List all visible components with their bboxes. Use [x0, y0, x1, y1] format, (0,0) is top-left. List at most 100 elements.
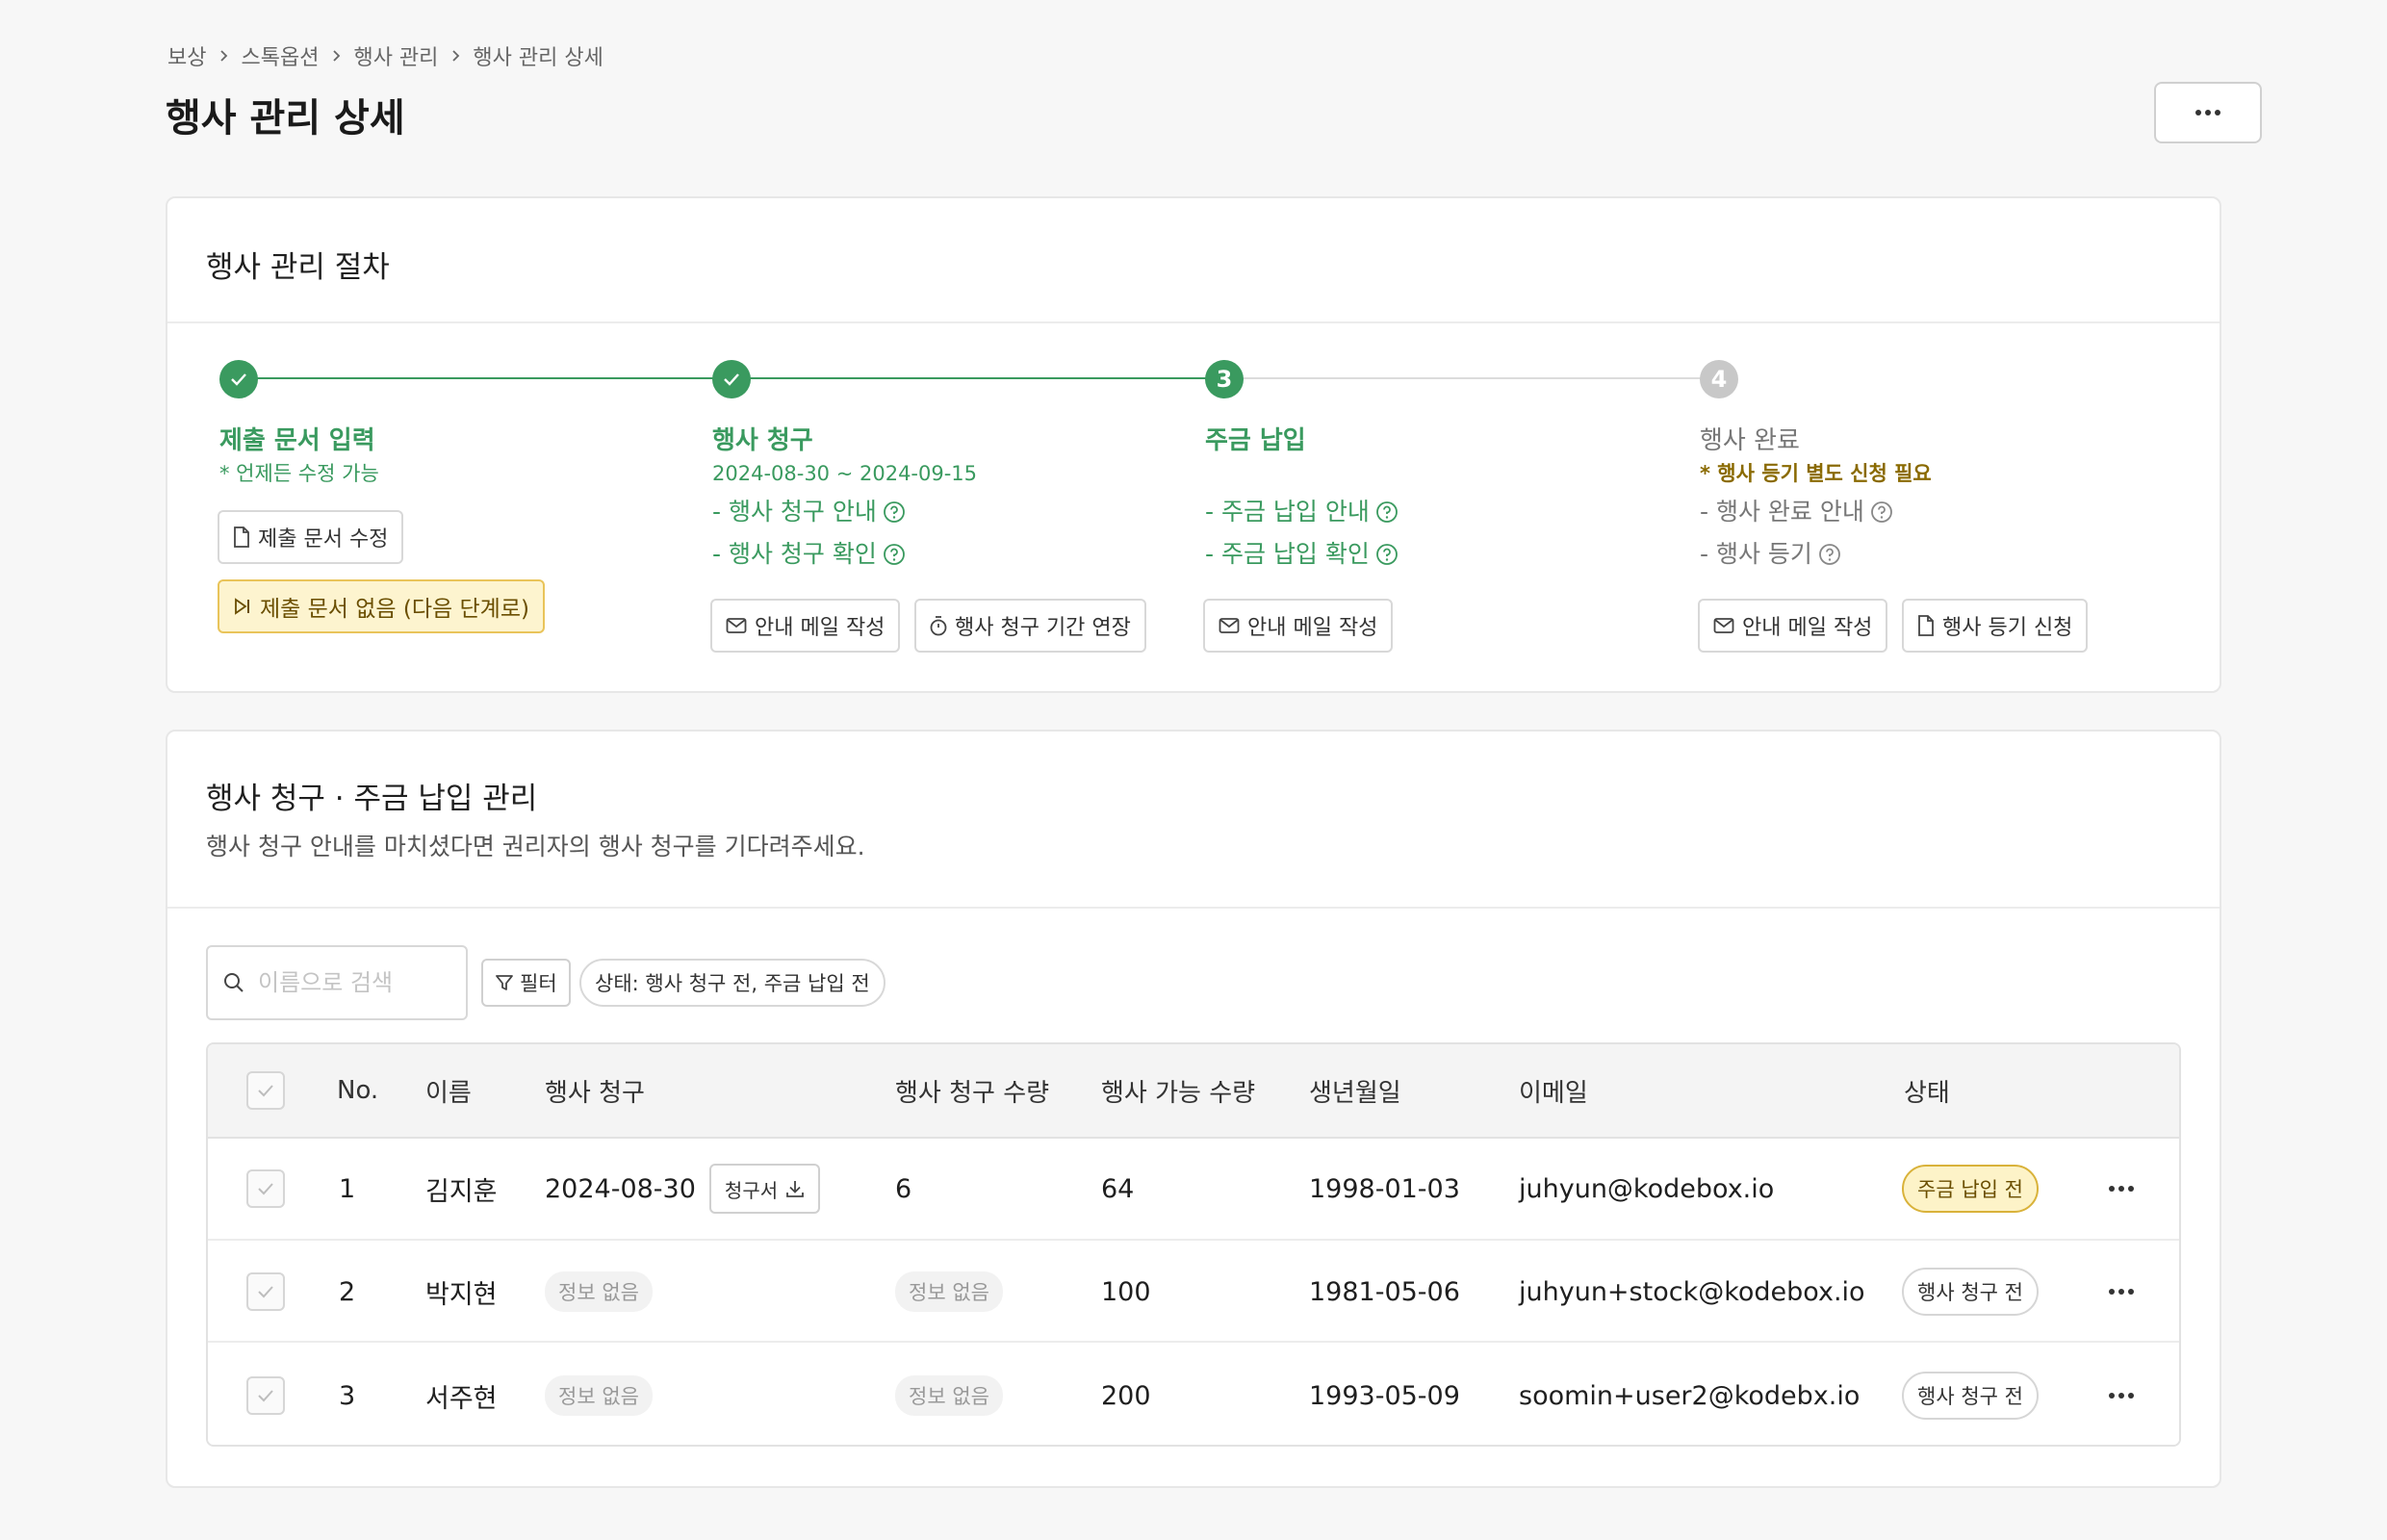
row-checkbox[interactable] [246, 1169, 285, 1208]
row-claim-cell: 2024-08-30 청구서 [545, 1139, 821, 1239]
claims-table: No. 이름 행사 청구 행사 청구 수량 행사 가능 수량 생년월일 이메일 … [206, 1042, 2181, 1447]
more-horizontal-icon [2108, 1288, 2135, 1296]
table-header: No. 이름 행사 청구 행사 청구 수량 행사 가능 수량 생년월일 이메일 … [208, 1044, 2179, 1139]
step-4-note: * 행사 등기 별도 신청 필요 [1700, 462, 1932, 485]
column-header-available-qty: 행사 가능 수량 [1101, 1078, 1256, 1108]
table-row[interactable]: 3 서주현 정보 없음 정보 없음 200 1993-05-09 soomin+… [208, 1345, 2179, 1445]
help-circle-icon[interactable] [883, 543, 906, 566]
edit-documents-label: 제출 문서 수정 [258, 527, 389, 552]
row-number: 2 [339, 1276, 356, 1307]
download-icon [785, 1179, 805, 1198]
breadcrumb-item[interactable]: 행사 관리 [353, 40, 438, 71]
step-1: 제출 문서 입력 * 언제든 수정 가능 [219, 424, 662, 487]
row-email: juhyun@kodebox.io [1519, 1173, 1775, 1204]
step-4-name: 행사 완료 [1700, 426, 1800, 455]
row-birthdate: 1993-05-09 [1309, 1380, 1460, 1411]
more-horizontal-icon [2194, 109, 2221, 116]
step-2: 행사 청구 2024-08-30 ~ 2024-09-15 - 행사 청구 안내… [712, 424, 1155, 576]
chevron-right-icon [319, 49, 353, 63]
row-actions-cell [2100, 1139, 2143, 1239]
row-status-cell: 주금 납입 전 [1902, 1139, 2039, 1239]
search-box[interactable] [206, 945, 468, 1020]
breadcrumb-item[interactable]: 보상 [167, 40, 206, 71]
extend-claim-period-button[interactable]: 행사 청구 기간 연장 [914, 599, 1146, 653]
no-info-tag: 정보 없음 [895, 1375, 1003, 1416]
help-circle-icon[interactable] [1375, 500, 1399, 524]
completion-guide-link[interactable]: - 행사 완료 안내 [1700, 491, 2143, 533]
step-1-name: 제출 문서 입력 [219, 426, 375, 455]
row-more-button[interactable] [2100, 1270, 2143, 1313]
step-2-period: 2024-08-30 ~ 2024-09-15 [712, 462, 978, 485]
procedure-card-header: 행사 관리 절차 [167, 198, 2220, 323]
row-number: 1 [339, 1173, 356, 1204]
row-more-button[interactable] [2100, 1374, 2143, 1417]
claim-guide-link[interactable]: - 행사 청구 안내 [712, 491, 1155, 533]
row-available-qty: 100 [1101, 1276, 1151, 1307]
row-actions-cell [2100, 1243, 2143, 1341]
row-checkbox[interactable] [246, 1376, 285, 1415]
filter-button[interactable]: 필터 [481, 959, 571, 1007]
payment-confirm-link[interactable]: - 주금 납입 확인 [1205, 533, 1648, 576]
step-1-note: * 언제든 수정 가능 [219, 462, 379, 485]
help-circle-icon[interactable] [1375, 543, 1399, 566]
claim-confirm-link[interactable]: - 행사 청구 확인 [712, 533, 1155, 576]
mail-icon [726, 617, 747, 634]
download-claim-doc-label: 청구서 [724, 1178, 779, 1202]
row-name: 김지훈 [425, 1176, 498, 1207]
claim-mail-button[interactable]: 안내 메일 작성 [710, 599, 901, 653]
progress-line-done [732, 377, 1224, 379]
breadcrumb-item-current: 행사 관리 상세 [473, 46, 603, 70]
help-circle-icon[interactable] [1870, 500, 1893, 524]
completion-mail-label: 안내 메일 작성 [1742, 616, 1873, 640]
row-claim-qty-cell: 정보 없음 [895, 1243, 1003, 1341]
row-actions-cell [2100, 1345, 2143, 1445]
row-more-button[interactable] [2100, 1168, 2143, 1210]
table-row[interactable]: 2 박지현 정보 없음 정보 없음 100 1981-05-06 juhyun+… [208, 1243, 2179, 1343]
table-row[interactable]: 1 김지훈 2024-08-30 청구서 6 64 1998-01-03 juh… [208, 1139, 2179, 1241]
help-circle-icon[interactable] [1818, 543, 1841, 566]
payment-guide-label: - 주금 납입 안내 [1205, 498, 1370, 526]
search-input[interactable] [258, 969, 441, 996]
filter-icon [495, 973, 514, 992]
step-3: 주금 납입 - 주금 납입 안내 - 주금 납입 확인 [1205, 424, 1648, 576]
help-circle-icon[interactable] [883, 500, 906, 524]
select-all-cell [246, 1044, 285, 1137]
download-claim-doc-button[interactable]: 청구서 [708, 1164, 821, 1214]
status-badge: 행사 청구 전 [1902, 1268, 2039, 1316]
check-icon [723, 372, 740, 386]
column-header-no: No. [337, 1076, 379, 1105]
registration-request-label: 행사 등기 신청 [1942, 616, 2073, 640]
column-header-name: 이름 [425, 1078, 472, 1108]
management-title: 행사 청구 · 주금 납입 관리 [206, 782, 538, 816]
no-info-tag: 정보 없음 [895, 1271, 1003, 1312]
select-all-checkbox[interactable] [246, 1071, 285, 1110]
payment-mail-button[interactable]: 안내 메일 작성 [1203, 599, 1394, 653]
column-header-status: 상태 [1904, 1078, 1950, 1108]
status-badge: 행사 청구 전 [1902, 1372, 2039, 1420]
step-3-name: 주금 납입 [1205, 426, 1306, 455]
no-info-tag: 정보 없음 [545, 1271, 653, 1312]
registration-label: - 행사 등기 [1700, 540, 1812, 568]
registration-link[interactable]: - 행사 등기 [1700, 533, 2143, 576]
row-name: 서주현 [425, 1383, 498, 1414]
completion-mail-button[interactable]: 안내 메일 작성 [1698, 599, 1888, 653]
more-horizontal-icon [2108, 1185, 2135, 1193]
payment-guide-link[interactable]: - 주금 납입 안내 [1205, 491, 1648, 533]
row-select-cell [246, 1345, 285, 1445]
page-more-button[interactable] [2154, 82, 2262, 143]
step-2-name: 행사 청구 [712, 426, 813, 455]
extend-claim-period-label: 행사 청구 기간 연장 [955, 616, 1131, 640]
row-select-cell [246, 1243, 285, 1341]
registration-request-button[interactable]: 행사 등기 신청 [1902, 599, 2089, 653]
step-3-current-marker: 3 [1205, 360, 1244, 398]
row-claim-qty: 6 [895, 1173, 912, 1204]
progress-line-pending [1224, 377, 1721, 379]
step-2-done-marker [712, 360, 751, 398]
step-3-note-empty [1205, 460, 1648, 487]
status-filter-chip[interactable]: 상태: 행사 청구 전, 주금 납입 전 [579, 959, 886, 1007]
skip-documents-button[interactable]: 제출 문서 없음 (다음 단계로) [218, 579, 545, 633]
breadcrumb-item[interactable]: 스톡옵션 [241, 40, 319, 71]
edit-documents-button[interactable]: 제출 문서 수정 [218, 510, 404, 564]
row-checkbox[interactable] [246, 1272, 285, 1311]
breadcrumb: 보상 스톡옵션 행사 관리 행사 관리 상세 [167, 40, 603, 71]
